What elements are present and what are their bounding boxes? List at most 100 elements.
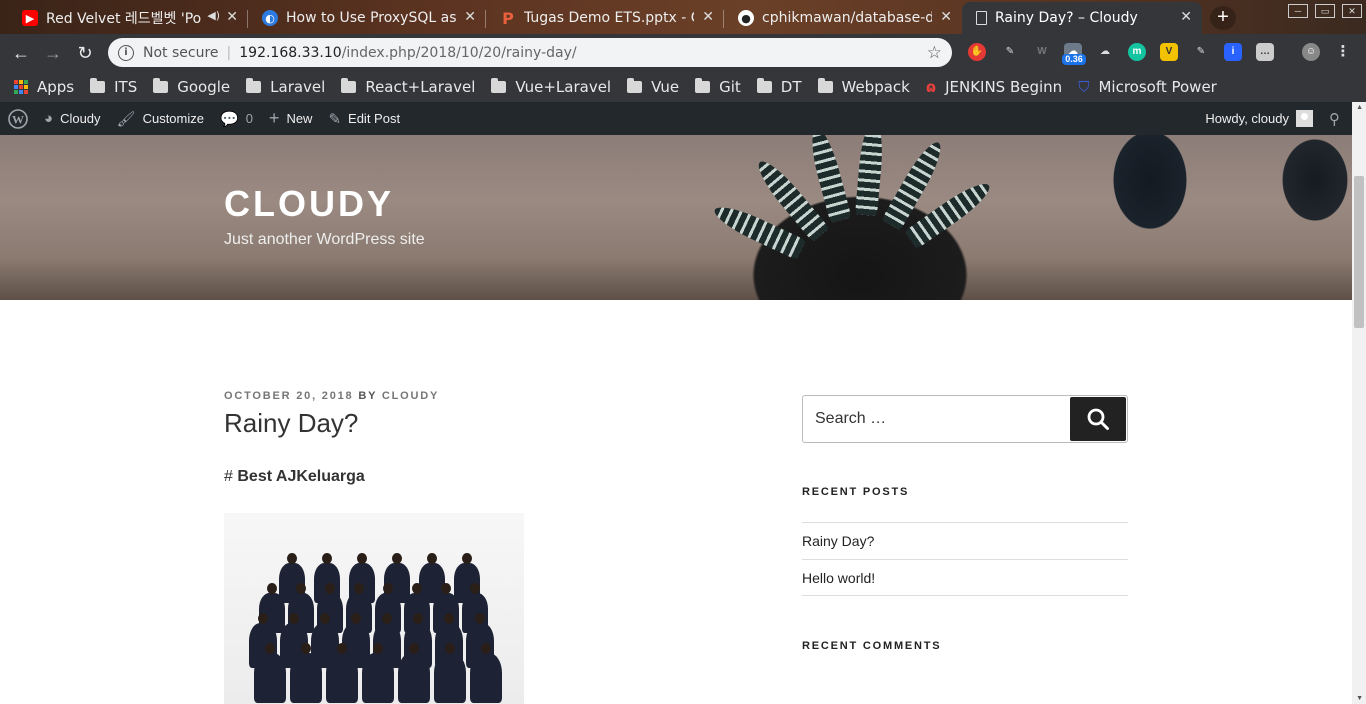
post-author[interactable]: CLOUDY [382, 390, 439, 402]
bookmark-star-icon[interactable]: ☆ [927, 43, 942, 63]
tab-close-icon[interactable]: ✕ [940, 9, 952, 25]
post-date[interactable]: OCTOBER 20, 2018 [224, 390, 353, 402]
cloud-extension-icon[interactable]: ☁ [1096, 43, 1114, 61]
bookmark-apps[interactable]: Apps [14, 78, 74, 96]
tab-proxysql[interactable]: ◐ How to Use ProxySQL as a ✕ [248, 2, 486, 34]
person-figure [398, 653, 430, 703]
folder-icon [246, 77, 262, 93]
folder-icon [627, 77, 643, 93]
tab-github[interactable]: ● cphikmawan/database-dk ✕ [724, 2, 962, 34]
bookmark-label: Microsoft Power [1098, 77, 1217, 96]
person-head [373, 643, 383, 654]
admin-customize-link[interactable]: 🖌 Customize [109, 102, 212, 135]
maximize-button[interactable]: ▭ [1315, 4, 1335, 18]
adblock-extension-icon[interactable]: ✋ [968, 43, 986, 61]
tab-title: Rainy Day? – Cloudy [995, 10, 1138, 26]
profile-avatar-icon[interactable]: ☺ [1302, 43, 1320, 61]
bookmark-folder-google[interactable]: Google [153, 77, 231, 96]
recent-post-item[interactable]: Rainy Day? [802, 522, 1128, 559]
search-input[interactable] [815, 410, 1055, 428]
tab-red-velvet[interactable]: ▶ Red Velvet 레드벨벳 'Po ◀) ✕ [8, 2, 248, 34]
bookmark-folder-laravel[interactable]: Laravel [246, 77, 326, 96]
admin-site-link[interactable]: ◕ Cloudy [36, 102, 109, 135]
admin-new-link[interactable]: + New [261, 102, 321, 135]
wordpress-extension-icon[interactable]: W [1033, 43, 1051, 61]
admin-site-label: Cloudy [60, 111, 101, 126]
scrollbar-thumb[interactable] [1354, 176, 1364, 328]
person-figure [362, 653, 394, 703]
tab-close-icon[interactable]: ✕ [1180, 9, 1192, 25]
bookmark-jenkins[interactable]: ɷ JENKINS Beginn [926, 78, 1062, 96]
minimize-button[interactable]: ─ [1288, 4, 1308, 18]
person-head [392, 553, 402, 564]
site-title[interactable]: CLOUDY [224, 183, 394, 225]
i-extension-icon[interactable]: i [1224, 43, 1242, 61]
menu-kebab-icon[interactable]: ⋮ [1334, 43, 1352, 61]
tab-rainy-day[interactable]: Rainy Day? – Cloudy ✕ [962, 2, 1202, 34]
post-title: Rainy Day? [224, 408, 359, 438]
folder-icon [153, 77, 169, 93]
person-head [427, 553, 437, 564]
search-icon [1087, 408, 1109, 430]
chat-extension-icon[interactable]: … [1256, 43, 1274, 61]
tab-strip: ▶ Red Velvet 레드벨벳 'Po ◀) ✕ ◐ How to Use … [0, 0, 1366, 34]
admin-comments-link[interactable]: 💬 0 [212, 102, 261, 135]
person-head [357, 553, 367, 564]
scrollbar[interactable]: ▲ ▼ [1352, 102, 1366, 704]
bookmark-folder-dt[interactable]: DT [756, 77, 802, 96]
scroll-down-arrow[interactable]: ▼ [1356, 695, 1363, 702]
bookmark-label: Google [177, 77, 231, 96]
search-button[interactable] [1070, 397, 1126, 441]
bookmark-folder-its[interactable]: ITS [90, 77, 138, 96]
hash-symbol: # [224, 468, 233, 485]
extension-badge: 0.36 [1062, 54, 1086, 65]
address-bar[interactable]: i Not secure | 192.168.33.10/index.php/2… [108, 38, 952, 67]
new-tab-button[interactable]: + [1210, 6, 1236, 30]
page-viewport: W ◕ Cloudy 🖌 Customize 💬 0 + New ✎ Edit Post … [0, 102, 1366, 704]
tab-close-icon[interactable]: ✕ [226, 9, 238, 25]
site-tagline: Just another WordPress site [224, 231, 425, 248]
bookmark-label: ITS [114, 77, 138, 96]
admin-account-menu[interactable]: Howdy, cloudy [1197, 102, 1321, 135]
tab-close-icon[interactable]: ✕ [464, 9, 476, 25]
plus-icon: + [268, 108, 280, 128]
bookmark-label: Laravel [270, 77, 326, 96]
powerpoint-icon: P [502, 8, 514, 28]
admin-edit-label: Edit Post [348, 111, 401, 126]
pen-extension-icon[interactable]: ✎ [1001, 43, 1019, 61]
close-window-button[interactable]: ✕ [1342, 4, 1362, 18]
folder-icon [90, 77, 106, 93]
recent-comments-title: RECENT COMMENTS [802, 640, 942, 652]
proxysql-icon: ◐ [262, 10, 278, 26]
wordpress-icon: W [8, 108, 28, 129]
info-icon[interactable]: i [118, 44, 134, 61]
bookmark-folder-vue[interactable]: Vue [627, 77, 679, 96]
person-head [470, 583, 480, 594]
m-extension-icon[interactable]: m [1128, 43, 1146, 61]
shield-icon: ⛉ [1078, 77, 1090, 96]
post-meta: OCTOBER 20, 2018 BY CLOUDY [224, 390, 439, 402]
browser-window: ▶ Red Velvet 레드벨벳 'Po ◀) ✕ ◐ How to Use … [0, 0, 1366, 704]
forward-button[interactable]: → [40, 40, 66, 66]
recent-post-link[interactable]: Hello world! [802, 570, 875, 586]
v-extension-icon[interactable]: V [1160, 43, 1178, 61]
person-head [265, 643, 275, 654]
bookmark-folder-webpack[interactable]: Webpack [817, 77, 910, 96]
dropper-extension-icon[interactable]: ✎ [1192, 43, 1210, 61]
wordpress-logo-button[interactable]: W [0, 102, 36, 135]
bookmark-folder-react-laravel[interactable]: React+Laravel [341, 77, 475, 96]
admin-edit-post-link[interactable]: ✎ Edit Post [320, 102, 408, 135]
bookmark-folder-vue-laravel[interactable]: Vue+Laravel [491, 77, 611, 96]
tab-tugas-demo[interactable]: P Tugas Demo ETS.pptx - G ✕ [486, 2, 724, 34]
audio-icon[interactable]: ◀) [207, 9, 220, 22]
admin-search-button[interactable]: ⚲ [1321, 102, 1352, 135]
bookmark-microsoft-power[interactable]: ⛉ Microsoft Power [1078, 78, 1217, 96]
recent-post-link[interactable]: Rainy Day? [802, 533, 874, 549]
bookmark-folder-git[interactable]: Git [695, 77, 741, 96]
tab-close-icon[interactable]: ✕ [702, 9, 714, 25]
recent-post-item[interactable]: Hello world! [802, 559, 1128, 596]
reload-button[interactable]: ↻ [72, 40, 98, 66]
tab-title: Red Velvet 레드벨벳 'Po [46, 11, 202, 27]
back-button[interactable]: ← [8, 40, 34, 66]
scroll-up-arrow[interactable]: ▲ [1356, 104, 1363, 111]
